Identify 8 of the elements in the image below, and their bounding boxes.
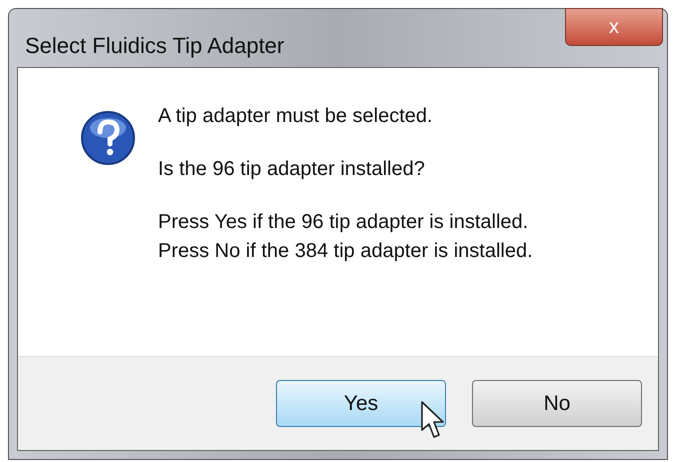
message-text: Is the 96 tip adapter installed? (158, 157, 426, 182)
mouse-pointer-icon (420, 400, 446, 440)
question-icon (80, 110, 136, 166)
dialog-button[interactable]: No (472, 380, 642, 427)
message-text: A tip adapter must be selected. (158, 104, 434, 129)
dialog-button[interactable]: Yes (276, 380, 446, 427)
message-text: Press Yes if the 96 tip adapter is installed. Press No if the 384 tip adapter is installed. (158, 210, 533, 264)
window-title: Select Fluidics Tip Adapter (25, 32, 284, 60)
